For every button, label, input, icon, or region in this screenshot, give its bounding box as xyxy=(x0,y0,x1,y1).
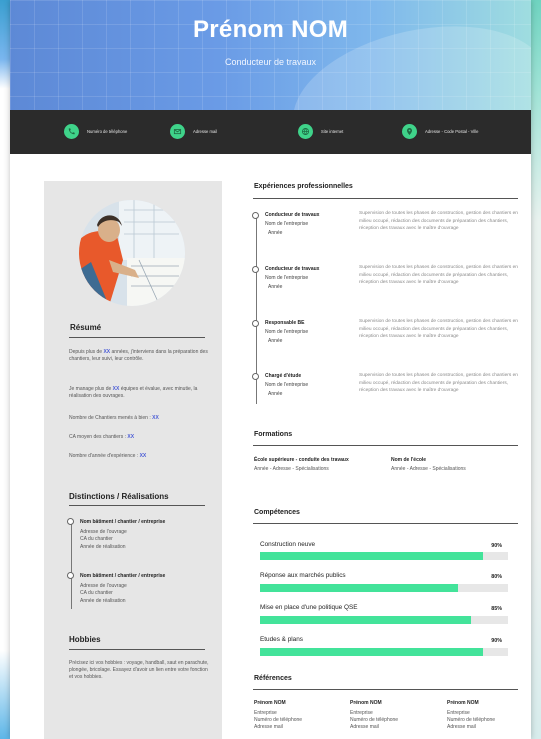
distinctions-divider xyxy=(69,505,205,506)
experience-description: Supervision de toutes les phases de cons… xyxy=(359,211,518,232)
skill-name: Construction neuve xyxy=(260,541,316,548)
contact-label: Numéro de téléphone xyxy=(87,129,128,134)
formation-details: Année - Adresse - Spécialisations xyxy=(254,466,329,472)
experience-meta: Nom de l'entreprise Année xyxy=(265,275,309,290)
skill-bar-fill xyxy=(260,648,484,656)
formation-title: École supérieure - conduite des travaux xyxy=(254,457,349,463)
distinctions-timeline xyxy=(71,521,72,609)
distinction-details: Adresse de l'ouvrage CA du chantier Année … xyxy=(80,583,127,604)
phone-icon xyxy=(64,124,79,139)
timeline-dot xyxy=(67,518,74,525)
contact-label: Adresse mail xyxy=(193,129,218,134)
experience-role: Conducteur de travaux xyxy=(265,212,320,218)
experiences-title: Expériences professionnelles xyxy=(254,183,353,190)
experience-role: Conducteur de travaux xyxy=(265,266,320,272)
skills-title: Compétences xyxy=(254,509,300,516)
distinction-title: Nom bâtiment / chantier / entreprise xyxy=(80,519,166,525)
experiences-divider xyxy=(253,198,518,199)
skill-name: Etudes & plans xyxy=(260,636,303,643)
formations-title: Formations xyxy=(254,431,293,438)
experience-role: Chargé d'étude xyxy=(265,373,302,379)
skill-bar-track xyxy=(260,616,508,624)
timeline-dot xyxy=(252,212,259,219)
timeline-dot xyxy=(252,373,259,380)
reference-name: Prénom NOM xyxy=(254,700,286,706)
resume-stat-projects: Nombre de Chantiers menés à bien : XX xyxy=(69,415,159,421)
experience-role: Responsable BE xyxy=(265,320,305,326)
reference-name: Prénom NOM xyxy=(447,700,479,706)
website-icon xyxy=(298,124,313,139)
distinction-title: Nom bâtiment / chantier / entreprise xyxy=(80,573,166,579)
experience-meta: Nom de l'entreprise Année xyxy=(265,221,309,236)
contact-phone: Numéro de téléphone xyxy=(64,124,127,139)
experience-meta: Nom de l'entreprise Année xyxy=(265,329,309,344)
candidate-name: Prénom NOM xyxy=(192,16,348,43)
contact-bar: Numéro de téléphone Adresse mail Site in… xyxy=(10,110,531,154)
resume-title: Résumé xyxy=(70,323,102,332)
distinction-details: Adresse de l'ouvrage CA du chantier Année … xyxy=(80,529,127,550)
reference-details: Entreprise Numéro de téléphone Adresse mai… xyxy=(254,710,303,731)
cv-header: Prénom NOM Conducteur de travaux xyxy=(10,0,531,110)
experience-meta: Nom de l'entreprise Année xyxy=(265,382,309,397)
contact-address: Adresse - Code Postal - Ville xyxy=(402,124,478,139)
skill-percent: 90% xyxy=(491,638,502,644)
contact-website: Site internet xyxy=(298,124,343,139)
timeline-dot xyxy=(252,266,259,273)
location-icon xyxy=(402,124,417,139)
hobbies-text: Précisez ici vos hobbies : voyage, handb… xyxy=(69,660,209,681)
skill-bar-fill xyxy=(260,616,471,624)
job-title: Conducteur de travaux xyxy=(224,57,317,67)
resume-paragraph-1: Depuis plus de XX années, j'interviens d… xyxy=(69,349,208,363)
references-title: Références xyxy=(254,675,292,682)
skills-divider xyxy=(253,523,518,524)
resume-divider xyxy=(69,337,205,338)
contact-label: Site internet xyxy=(321,129,344,134)
hobbies-divider xyxy=(69,649,205,650)
resume-stat-years: Nombre d'année d'expérience : XX xyxy=(69,453,147,459)
skill-bar-track xyxy=(260,648,508,656)
profile-photo xyxy=(79,200,185,306)
skill-bar-fill xyxy=(260,584,459,592)
reference-name: Prénom NOM xyxy=(350,700,382,706)
timeline-dot xyxy=(252,320,259,327)
skill-name: Mise en place d'une politique QSE xyxy=(260,604,358,611)
skill-bar-track xyxy=(260,552,508,560)
resume-paragraph-2: Je manage plus de XX équipes et évalue, … xyxy=(69,386,198,400)
formation-details: Année - Adresse - Spécialisations xyxy=(391,466,466,472)
formation-title: Nom de l'école xyxy=(391,457,427,463)
hobbies-title: Hobbies xyxy=(69,635,101,644)
reference-details: Entreprise Numéro de téléphone Adresse mai… xyxy=(350,710,399,731)
experience-description: Supervision de toutes les phases de cons… xyxy=(359,319,518,340)
skill-percent: 90% xyxy=(491,543,502,549)
skill-name: Réponse aux marchés publics xyxy=(260,572,346,579)
references-divider xyxy=(253,689,518,690)
experience-description: Supervision de toutes les phases de cons… xyxy=(359,265,518,286)
timeline-dot xyxy=(67,572,74,579)
contact-label: Adresse - Code Postal - Ville xyxy=(425,129,479,134)
skill-bar-track xyxy=(260,584,508,592)
cv-sheet: Prénom NOM Conducteur de travaux Numéro … xyxy=(10,0,531,739)
email-icon xyxy=(170,124,185,139)
skill-percent: 80% xyxy=(491,574,502,580)
reference-details: Entreprise Numéro de téléphone Adresse mai… xyxy=(447,710,496,731)
skill-percent: 85% xyxy=(491,606,502,612)
experience-description: Supervision de toutes les phases de cons… xyxy=(359,373,518,394)
resume-stat-revenue: CA moyen des chantiers : XX xyxy=(69,434,135,440)
formations-divider xyxy=(253,445,518,446)
distinctions-title: Distinctions / Réalisations xyxy=(69,492,169,501)
skill-bar-fill xyxy=(260,552,484,560)
contact-email: Adresse mail xyxy=(170,124,217,139)
